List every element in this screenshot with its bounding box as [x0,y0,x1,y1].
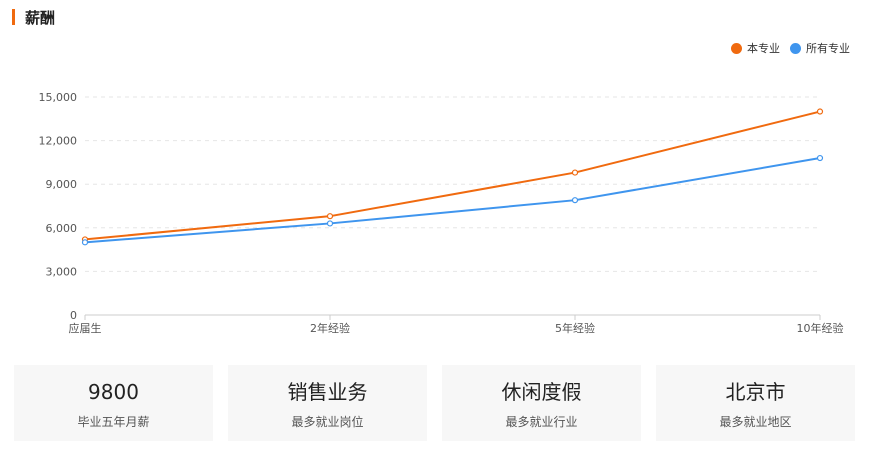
data-point [571,169,579,176]
stat-card-region: 北京市 最多就业地区 [656,365,855,441]
data-point [816,108,824,115]
card-value: 休闲度假 [501,380,582,404]
y-tick-label: 3,000 [46,265,78,278]
stat-card-position: 销售业务 最多就业岗位 [228,365,427,441]
x-tick-label: 应届生 [69,321,102,335]
stat-card-salary: 9800 毕业五年月薪 [14,365,213,441]
stat-card-industry: 休闲度假 最多就业行业 [442,365,641,441]
card-value: 销售业务 [287,380,368,404]
x-tick-label: 10年经验 [797,321,844,335]
x-tick-label: 5年经验 [555,321,595,335]
salary-line-chart: 0 3,000 6,000 9,000 12,000 15,000 应届生 2年经验 5年经验 1… [39,91,844,335]
stat-cards: 9800 毕业五年月薪 销售业务 最多就业岗位 休闲度假 最多就业行业 北京市 … [14,365,855,441]
card-label: 最多就业地区 [719,415,792,429]
y-tick-label: 6,000 [46,222,78,235]
y-tick-label: 0 [70,309,77,322]
data-point [326,213,334,220]
card-label: 毕业五年月薪 [77,415,150,429]
y-tick-label: 15,000 [39,91,78,104]
card-value: 北京市 [725,380,786,404]
data-point [816,154,824,162]
series-line-0 [84,110,821,241]
card-label: 最多就业岗位 [291,415,364,429]
card-label: 最多就业行业 [505,415,578,429]
y-tick-label: 12,000 [39,135,78,148]
data-point [571,197,579,204]
card-value: 9800 [88,380,139,404]
data-point [326,220,334,227]
data-point [81,239,89,246]
y-tick-label: 9,000 [46,178,78,191]
x-tick-label: 2年经验 [310,321,350,335]
